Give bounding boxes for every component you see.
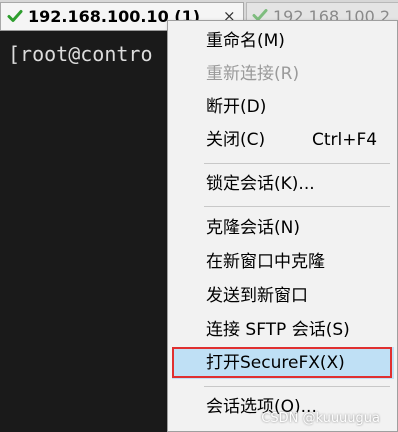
menu-separator: [204, 386, 390, 387]
menu-item-label: 关闭(C): [206, 130, 266, 150]
menu-item-clone-session[interactable]: 克隆会话(N): [172, 212, 394, 244]
menu-item-label: 克隆会话(N): [206, 218, 300, 238]
menu-item-label: 重新连接(R): [206, 64, 300, 84]
menu-item-label: 发送到新窗口: [206, 286, 308, 306]
menu-item-reconnect: 重新连接(R): [172, 58, 394, 90]
menu-separator: [204, 206, 390, 207]
menu-separator: [204, 163, 390, 164]
menu-item-label: 断开(D): [206, 97, 267, 117]
menu-item-rename[interactable]: 重命名(M): [172, 25, 394, 57]
menu-item-clone-new-window[interactable]: 在新窗口中克隆: [172, 246, 394, 278]
menu-item-lock-session[interactable]: 锁定会话(K)...: [172, 168, 394, 200]
menu-item-label: 连接 SFTP 会话(S): [206, 320, 350, 340]
context-menu: 重命名(M) 重新连接(R) 断开(D) 关闭(C) Ctrl+F4 锁定会话(…: [167, 20, 398, 432]
menu-item-connect-sftp[interactable]: 连接 SFTP 会话(S): [172, 314, 394, 346]
menu-item-shortcut: Ctrl+F4: [312, 130, 378, 150]
menu-item-label: 重命名(M): [206, 31, 285, 51]
check-icon: [7, 8, 23, 24]
watermark: CSDN @kuuuugua: [261, 411, 380, 426]
menu-item-send-new-window[interactable]: 发送到新窗口: [172, 280, 394, 312]
menu-item-disconnect[interactable]: 断开(D): [172, 91, 394, 123]
menu-item-label: 在新窗口中克隆: [206, 252, 325, 272]
highlight-annotation-box: [172, 347, 392, 378]
menu-item-label: 锁定会话(K)...: [206, 174, 315, 194]
terminal-prompt: [root@contro: [8, 42, 153, 66]
menu-item-close[interactable]: 关闭(C) Ctrl+F4: [172, 124, 394, 156]
